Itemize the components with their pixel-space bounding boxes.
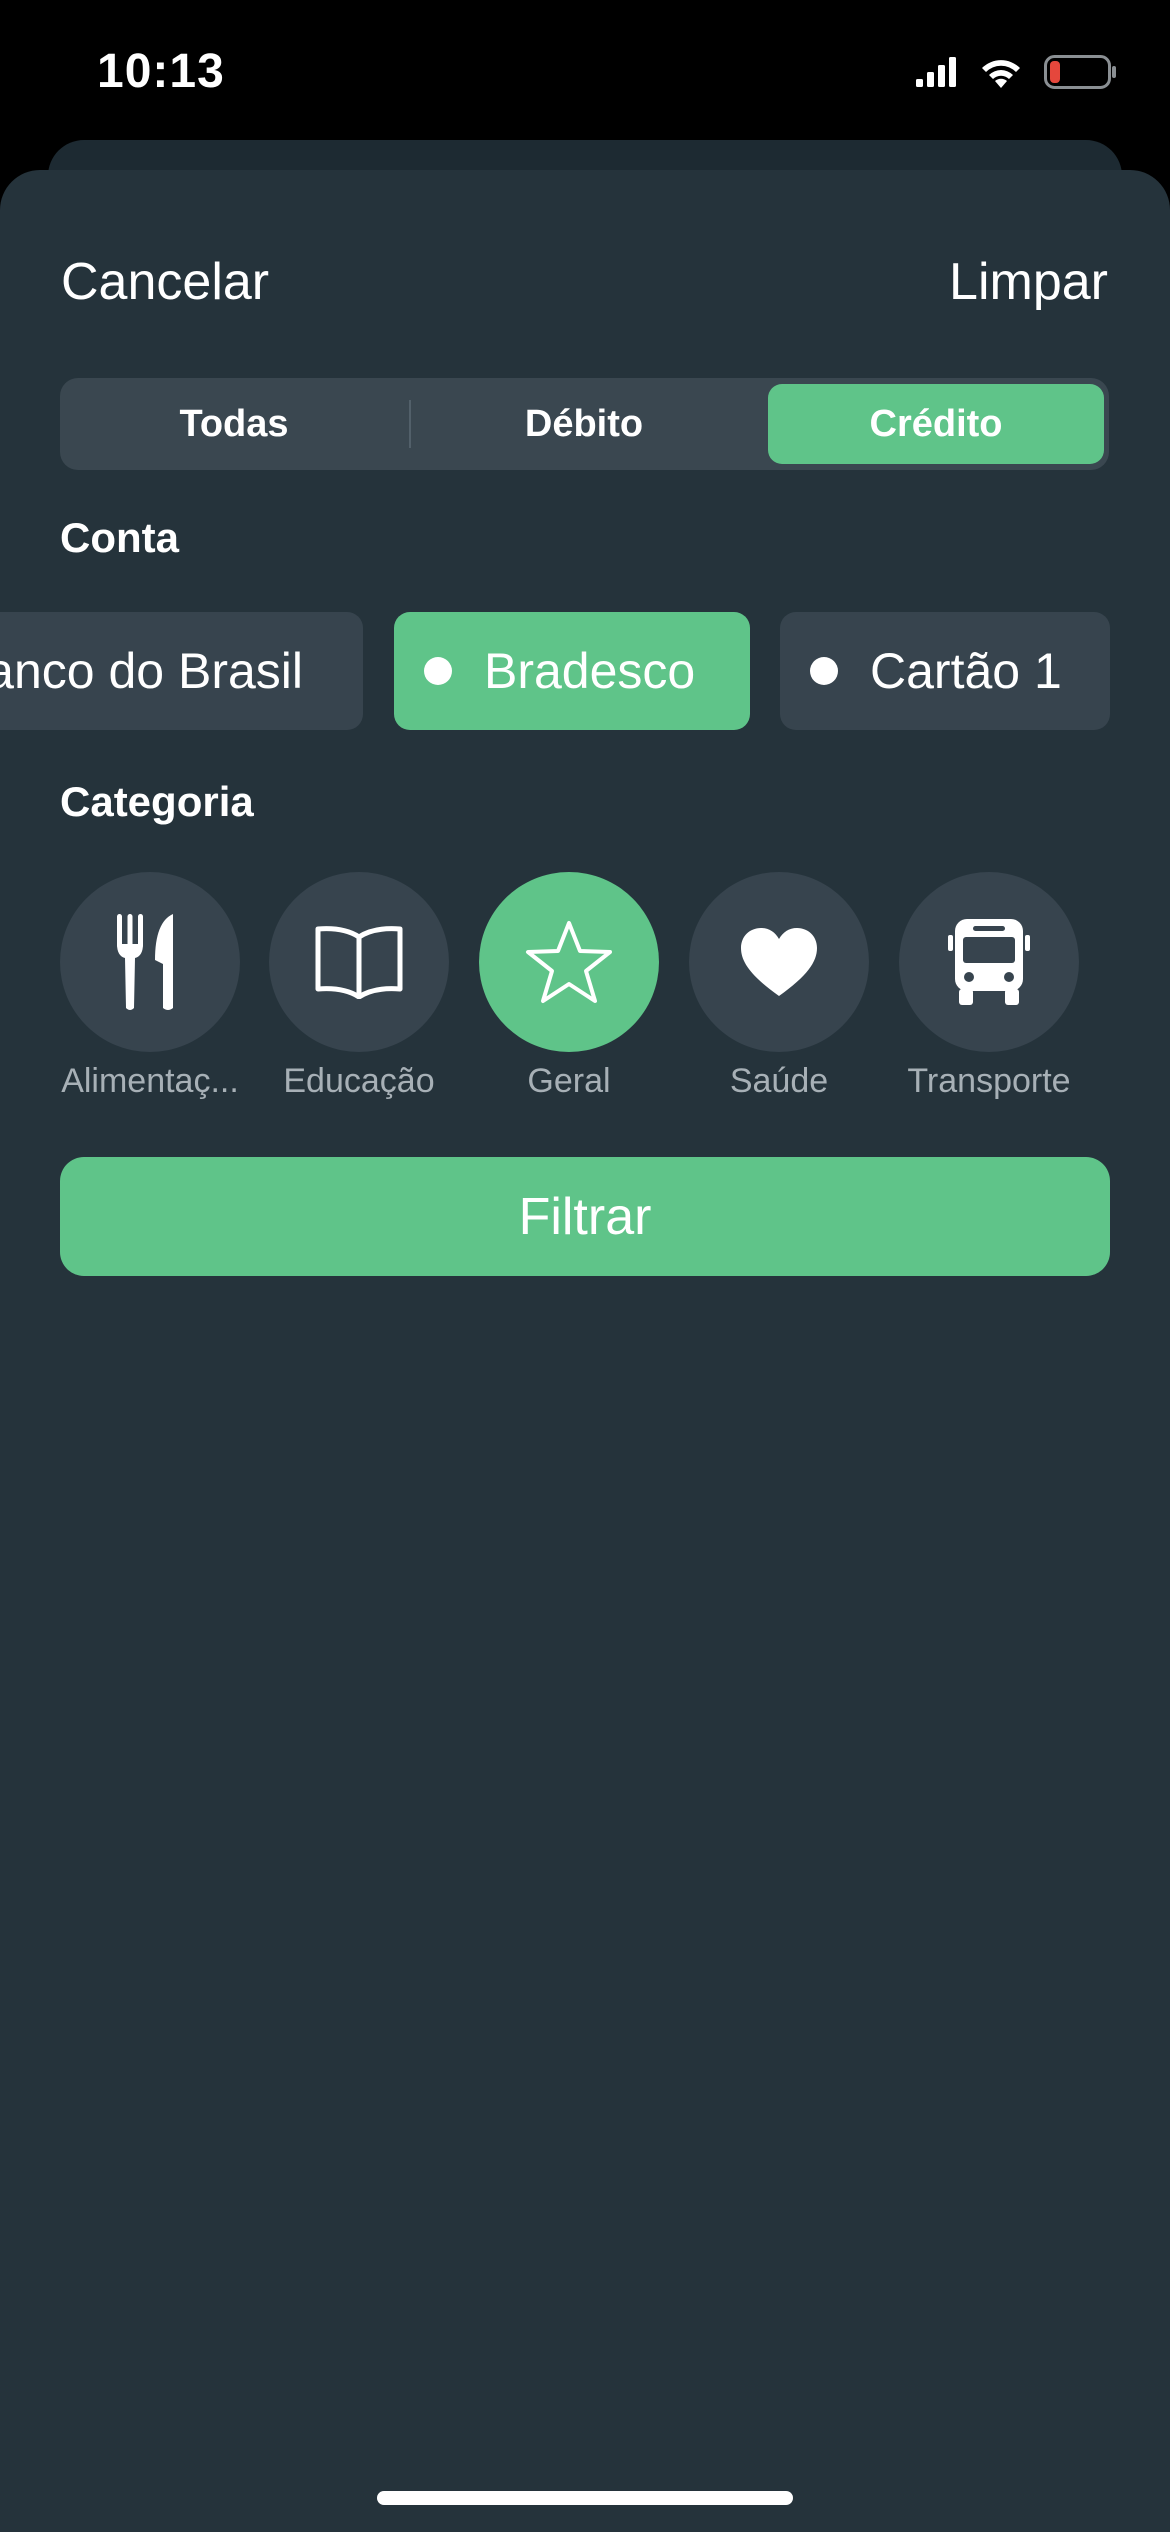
star-icon [526,921,612,1003]
category-circle [60,872,240,1052]
fork-knife-icon [117,914,173,1010]
segment-credito[interactable]: Crédito [768,384,1104,464]
category-circle [899,872,1079,1052]
category-label: Transporte [907,1062,1071,1100]
account-dot-icon [424,657,452,685]
category-list: Alimentaç... Educação Geral Saúde Transp… [0,872,1170,1112]
status-icons [916,52,1118,92]
book-icon [315,926,403,999]
status-time: 10:13 [97,45,225,98]
transaction-type-segmented-control: Todas Débito Crédito [60,378,1109,470]
category-section-title: Categoria [60,778,254,825]
sheet-header: Cancelar Limpar [0,170,1170,370]
category-label: Alimentaç... [61,1062,239,1100]
category-educacao[interactable]: Educação [254,872,464,1101]
category-label: Saúde [729,1062,829,1100]
segment-debito[interactable]: Débito [416,384,752,464]
category-circle [689,872,869,1052]
account-chip-label: Banco do Brasil [0,643,303,699]
cancel-button[interactable]: Cancelar [61,252,269,312]
category-transporte[interactable]: Transporte [884,872,1094,1101]
heart-icon [741,928,817,996]
clear-button[interactable]: Limpar [949,252,1108,312]
bus-icon [948,919,1030,1005]
category-circle [269,872,449,1052]
account-chip-label: Bradesco [484,643,696,699]
segment-todas[interactable]: Todas [66,384,402,464]
status-bar: 10:13 [0,0,1170,140]
account-chip-cartao-1[interactable]: Cartão 1 [780,612,1110,730]
category-saude[interactable]: Saúde [674,872,884,1101]
battery-icon [1044,55,1116,89]
account-chip-list[interactable]: Banco do Brasil Bradesco Cartão 1 [0,612,1170,730]
filter-sheet: Cancelar Limpar Todas Débito Crédito Con… [0,170,1170,2532]
cellular-signal-icon [916,57,956,87]
account-chip-bradesco[interactable]: Bradesco [394,612,750,730]
filter-button[interactable]: Filtrar [60,1157,1110,1276]
category-label: Geral [527,1062,611,1100]
category-circle [479,872,659,1052]
account-dot-icon [810,657,838,685]
account-chip-banco-do-brasil[interactable]: Banco do Brasil [0,612,363,730]
wifi-icon [982,60,1020,88]
category-label: Educação [283,1062,435,1100]
account-chip-label: Cartão 1 [870,643,1062,699]
account-section-title: Conta [60,514,179,561]
home-indicator[interactable] [377,2491,793,2505]
category-geral[interactable]: Geral [464,872,674,1101]
segment-divider [409,400,411,448]
category-alimentacao[interactable]: Alimentaç... [45,872,255,1101]
screen: 10:13 Cancelar Limpar Todas Débito Crédi… [0,0,1170,2532]
